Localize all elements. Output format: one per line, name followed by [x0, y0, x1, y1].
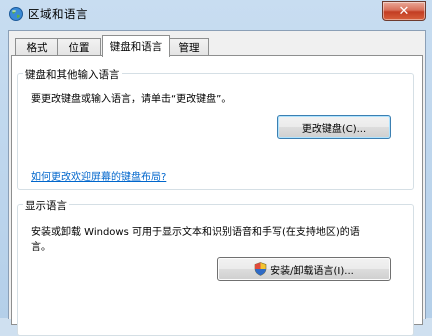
change-keyboards-button[interactable]: 更改键盘(C)... [277, 115, 391, 139]
globe-icon [9, 7, 23, 21]
display-language-description-line1: 安装或卸载 Windows 可用于显示文本和识别语音和手写(在支持地区)的语 [31, 227, 360, 238]
dialog-client: 格式 位置 键盘和语言 管理 键盘和其他输入语言 要更改键盘或输入语言，请单击“… [8, 30, 426, 336]
tab-formats[interactable]: 格式 [15, 38, 59, 56]
keyboards-group: 键盘和其他输入语言 要更改键盘或输入语言，请单击“更改键盘”。 更改键盘(C).… [17, 67, 414, 190]
display-language-description-line2: 言。 [31, 242, 51, 253]
title-bar[interactable]: 区域和语言 ✕ [0, 0, 432, 28]
close-button[interactable]: ✕ [382, 1, 426, 21]
tab-location[interactable]: 位置 [57, 38, 101, 56]
window: 区域和语言 ✕ 格式 位置 键盘和语言 管理 键盘和其他输入语言 要更改键盘或输… [0, 0, 432, 336]
close-icon: ✕ [398, 3, 410, 19]
window-title: 区域和语言 [28, 7, 88, 21]
display-language-group: 显示语言 安装或卸载 Windows 可用于显示文本和识别语音和手写(在支持地区… [17, 198, 414, 336]
tab-keyboards-languages[interactable]: 键盘和语言 [102, 35, 170, 57]
shield-icon [254, 262, 267, 276]
install-uninstall-languages-button[interactable]: 安装/卸载语言(I)... [217, 257, 391, 281]
display-language-group-title: 显示语言 [23, 198, 69, 213]
tab-panel: 键盘和其他输入语言 要更改键盘或输入语言，请单击“更改键盘”。 更改键盘(C).… [11, 55, 423, 336]
keyboard-layout-help-link[interactable]: 如何更改欢迎屏幕的键盘布局? [31, 168, 166, 183]
keyboards-group-title: 键盘和其他输入语言 [23, 67, 122, 82]
tab-administrative[interactable]: 管理 [169, 38, 209, 56]
keyboards-description: 要更改键盘或输入语言，请单击“更改键盘”。 [31, 94, 232, 105]
